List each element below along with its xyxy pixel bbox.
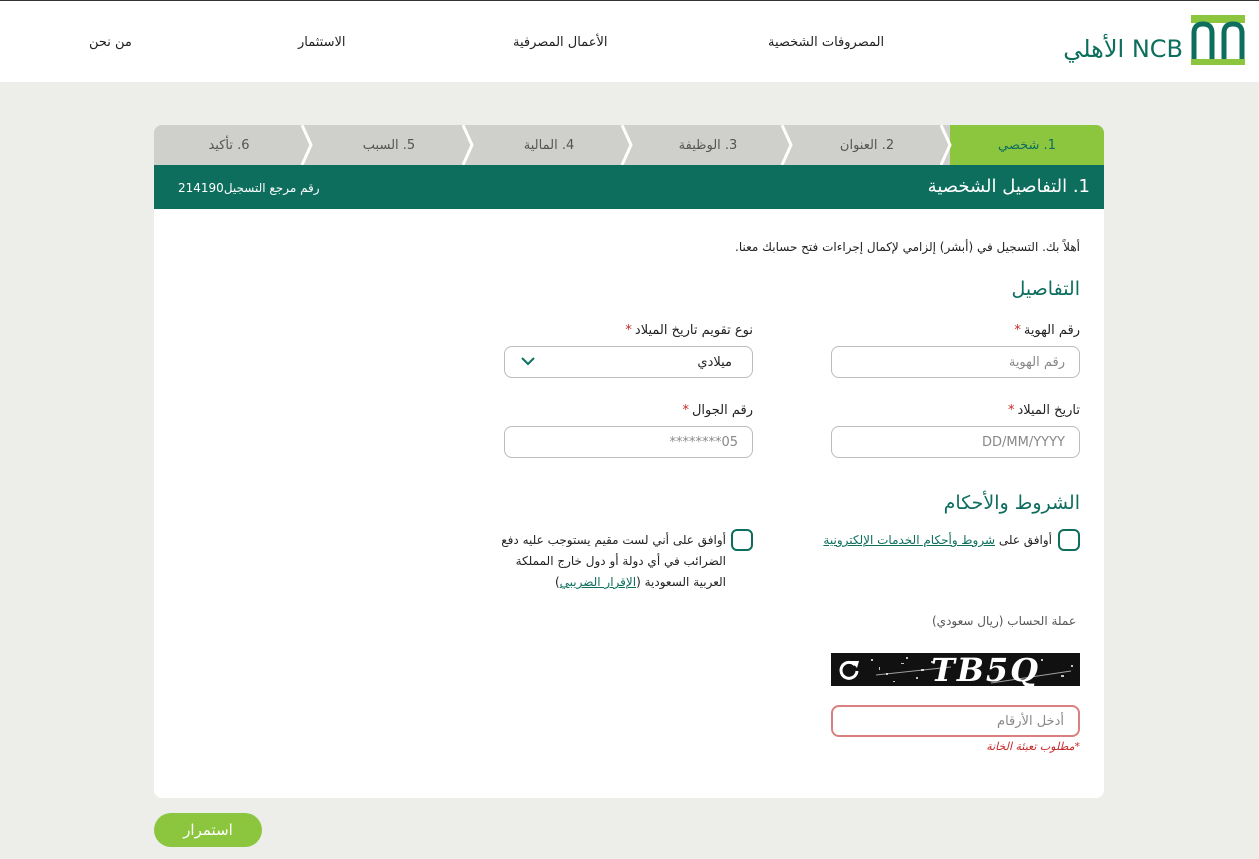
- section-title: 1. التفاصيل الشخصية: [927, 176, 1090, 197]
- tax-declaration-text: أوافق على أني لست مقيم يستوجب عليه دفع ا…: [501, 533, 726, 589]
- terms-checkbox[interactable]: [1058, 529, 1080, 551]
- calendar-type-value: ميلادي: [697, 354, 732, 370]
- required-mark: *: [1014, 323, 1021, 338]
- details-heading: التفاصيل: [1011, 278, 1080, 300]
- reference-value: 214190: [178, 181, 224, 195]
- nav-investment[interactable]: الاستثمار: [298, 35, 346, 50]
- logo-text: الأهلي NCB: [1063, 35, 1183, 63]
- calendar-type-select[interactable]: ميلادي: [504, 346, 753, 378]
- required-mark: *: [682, 403, 689, 418]
- chevron-down-icon: [521, 357, 535, 366]
- id-number-label: رقم الهوية*: [1014, 323, 1080, 338]
- nav-about-us[interactable]: من نحن: [89, 35, 132, 50]
- refresh-icon[interactable]: [835, 656, 863, 684]
- birth-date-input[interactable]: DD/MM/YYYY: [831, 426, 1080, 458]
- step-divider-icon: [940, 125, 952, 165]
- terms-heading: الشروط والأحكام: [943, 492, 1080, 514]
- step-address[interactable]: 2. العنوان: [790, 125, 944, 165]
- ncb-logo[interactable]: الأهلي NCB: [1063, 15, 1245, 67]
- top-header: المصروفات الشخصية الأعمال المصرفية الاست…: [0, 0, 1259, 82]
- required-mark: *: [1007, 403, 1015, 418]
- mobile-input[interactable]: 05********: [504, 426, 753, 458]
- tax-checkbox[interactable]: [731, 529, 753, 551]
- step-financial[interactable]: 4. المالية: [472, 125, 626, 165]
- calendar-type-label: نوع تقويم تاريخ الميلاد*: [625, 323, 753, 338]
- step-reason[interactable]: 5. السبب: [312, 125, 466, 165]
- form-card: أهلاً بك. التسجيل في (أبشر) إلزامي لإكما…: [154, 209, 1104, 798]
- continue-button[interactable]: استمرار: [154, 813, 262, 847]
- intro-text: أهلاً بك. التسجيل في (أبشر) إلزامي لإكما…: [735, 240, 1080, 254]
- nav-personal-banking[interactable]: المصروفات الشخصية: [768, 35, 884, 50]
- section-banner: 1. التفاصيل الشخصية رقم مرجع التسجيل2141…: [154, 165, 1104, 209]
- captcha-image: TB5Q: [831, 653, 1080, 686]
- step-divider-icon: [621, 125, 633, 165]
- captcha-input[interactable]: أدخل الأرقام: [831, 705, 1080, 737]
- id-number-input[interactable]: رقم الهوية: [831, 346, 1080, 378]
- step-divider-icon: [301, 125, 313, 165]
- account-currency: عملة الحساب (ريال سعودي): [932, 614, 1076, 628]
- step-divider-icon: [781, 125, 793, 165]
- registration-reference: رقم مرجع التسجيل214190: [178, 181, 320, 195]
- birth-date-label: تاريخ الميلاد*: [1007, 403, 1080, 418]
- progress-steps: 1. شخصي 2. العنوان 3. الوظيفة 4. المالية…: [154, 125, 1104, 165]
- terms-link[interactable]: شروط وأحكام الخدمات الإلكترونية: [823, 533, 995, 547]
- step-job[interactable]: 3. الوظيفة: [632, 125, 784, 165]
- nav-business-banking[interactable]: الأعمال المصرفية: [513, 35, 607, 50]
- ncb-arches-icon: [1191, 15, 1245, 65]
- terms-agree-text: أوافق على شروط وأحكام الخدمات الإلكتروني…: [823, 533, 1052, 547]
- tax-declaration-link[interactable]: الإقرار الضريبي: [560, 575, 636, 589]
- step-divider-icon: [462, 125, 474, 165]
- captcha-error-message: *مطلوب تعبئة الخانة: [986, 740, 1080, 753]
- step-personal[interactable]: 1. شخصي: [950, 125, 1104, 165]
- captcha-text: TB5Q: [931, 653, 1040, 686]
- required-mark: *: [625, 323, 632, 338]
- step-confirm[interactable]: 6. تأكيد: [154, 125, 304, 165]
- mobile-label: رقم الجوال*: [682, 403, 753, 418]
- reference-label: رقم مرجع التسجيل: [223, 181, 320, 195]
